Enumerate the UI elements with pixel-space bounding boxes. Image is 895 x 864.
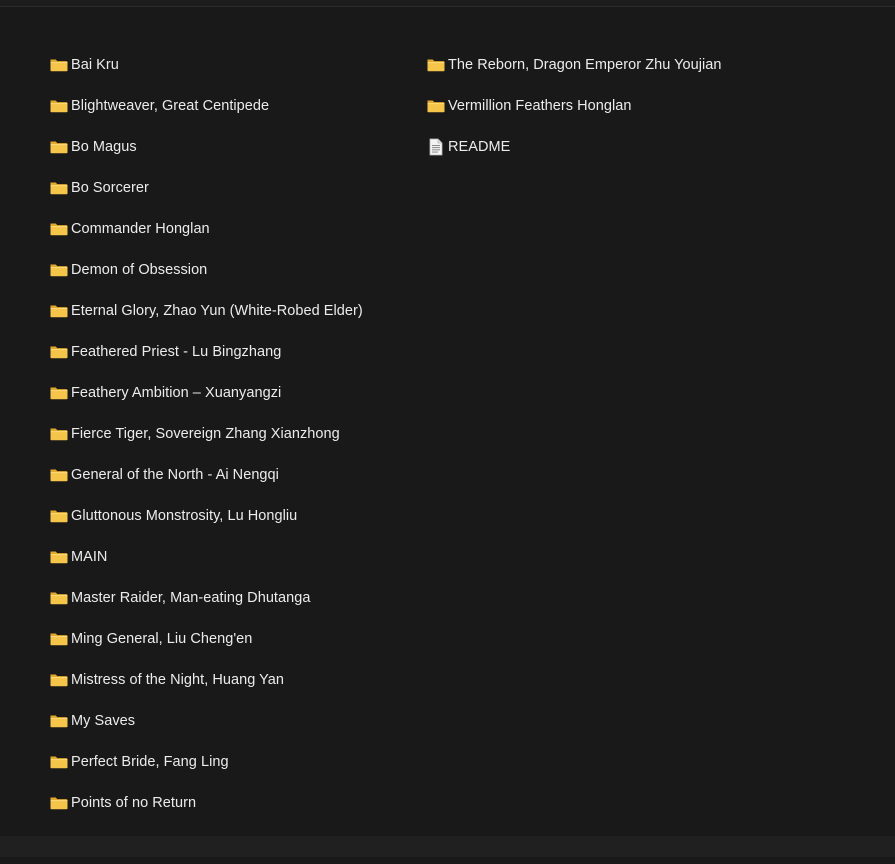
- item-label: Eternal Glory, Zhao Yun (White-Robed Eld…: [71, 303, 363, 319]
- folder-item[interactable]: Points of no Return: [49, 782, 363, 823]
- folder-item[interactable]: Eternal Glory, Zhao Yun (White-Robed Eld…: [49, 290, 363, 331]
- file-list-column-2: The Reborn, Dragon Emperor Zhu Youjian V…: [426, 44, 722, 167]
- item-label: Fierce Tiger, Sovereign Zhang Xianzhong: [71, 426, 340, 442]
- item-label: Mistress of the Night, Huang Yan: [71, 672, 285, 688]
- folder-item[interactable]: Bai Kru: [49, 44, 363, 85]
- item-label: Gluttonous Monstrosity, Lu Hongliu: [71, 508, 298, 524]
- folder-item[interactable]: Fierce Tiger, Sovereign Zhang Xianzhong: [49, 413, 363, 454]
- folder-item[interactable]: Demon of Obsession: [49, 249, 363, 290]
- item-label: Bai Kru: [71, 57, 119, 73]
- folder-item[interactable]: MAIN: [49, 536, 363, 577]
- item-label: Vermillion Feathers Honglan: [448, 98, 632, 114]
- folder-icon: [49, 547, 69, 567]
- folder-icon: [49, 793, 69, 813]
- item-label: Demon of Obsession: [71, 262, 208, 278]
- folder-icon: [49, 711, 69, 731]
- folder-item[interactable]: My Saves: [49, 700, 363, 741]
- folder-icon: [49, 629, 69, 649]
- folder-icon: [49, 506, 69, 526]
- top-divider: [0, 0, 895, 7]
- folder-item[interactable]: Blightweaver, Great Centipede: [49, 85, 363, 126]
- folder-item[interactable]: Commander Honglan: [49, 208, 363, 249]
- folder-icon: [49, 383, 69, 403]
- file-item[interactable]: README: [426, 126, 722, 167]
- folder-icon: [49, 260, 69, 280]
- folder-icon: [49, 96, 69, 116]
- folder-icon: [49, 424, 69, 444]
- folder-item[interactable]: Feathery Ambition – Xuanyangzi: [49, 372, 363, 413]
- item-label: The Reborn, Dragon Emperor Zhu Youjian: [448, 57, 722, 73]
- item-label: Commander Honglan: [71, 221, 210, 237]
- item-label: Bo Magus: [71, 139, 137, 155]
- file-list-column-1: Bai Kru Blightweaver, Great Centipede Bo…: [49, 44, 363, 864]
- folder-item[interactable]: Bo Magus: [49, 126, 363, 167]
- item-label: General of the North - Ai Nengqi: [71, 467, 279, 483]
- text-file-icon: [426, 137, 446, 157]
- item-label: Blightweaver, Great Centipede: [71, 98, 270, 114]
- folder-icon: [49, 55, 69, 75]
- file-list-view: Bai Kru Blightweaver, Great Centipede Bo…: [0, 8, 895, 852]
- folder-item[interactable]: Feathered Priest - Lu Bingzhang: [49, 331, 363, 372]
- folder-item[interactable]: The Reborn, Dragon Emperor Zhu Youjian: [426, 44, 722, 85]
- item-label: Feathery Ambition – Xuanyangzi: [71, 385, 282, 401]
- item-label: My Saves: [71, 713, 136, 729]
- folder-icon: [426, 55, 446, 75]
- item-label: Feathered Priest - Lu Bingzhang: [71, 344, 282, 360]
- item-label: MAIN: [71, 549, 108, 565]
- folder-icon: [49, 178, 69, 198]
- item-label: Points of no Return: [71, 795, 197, 811]
- folder-icon: [49, 752, 69, 772]
- folder-item[interactable]: Perfect Bride, Fang Ling: [49, 741, 363, 782]
- folder-icon: [49, 342, 69, 362]
- bottom-band: [0, 836, 895, 857]
- folder-item[interactable]: Bo Sorcerer: [49, 167, 363, 208]
- folder-icon: [49, 588, 69, 608]
- folder-item[interactable]: Gluttonous Monstrosity, Lu Hongliu: [49, 495, 363, 536]
- item-label: README: [448, 139, 511, 155]
- folder-icon: [49, 137, 69, 157]
- folder-icon: [49, 301, 69, 321]
- item-label: Bo Sorcerer: [71, 180, 149, 196]
- folder-item[interactable]: Vermillion Feathers Honglan: [426, 85, 722, 126]
- folder-item[interactable]: Ming General, Liu Cheng'en: [49, 618, 363, 659]
- folder-icon: [49, 670, 69, 690]
- folder-item[interactable]: General of the North - Ai Nengqi: [49, 454, 363, 495]
- folder-icon: [49, 465, 69, 485]
- item-label: Perfect Bride, Fang Ling: [71, 754, 229, 770]
- folder-item[interactable]: Master Raider, Man-eating Dhutanga: [49, 577, 363, 618]
- item-label: Master Raider, Man-eating Dhutanga: [71, 590, 311, 606]
- folder-icon: [49, 219, 69, 239]
- folder-item[interactable]: Mistress of the Night, Huang Yan: [49, 659, 363, 700]
- item-label: Ming General, Liu Cheng'en: [71, 631, 253, 647]
- folder-icon: [426, 96, 446, 116]
